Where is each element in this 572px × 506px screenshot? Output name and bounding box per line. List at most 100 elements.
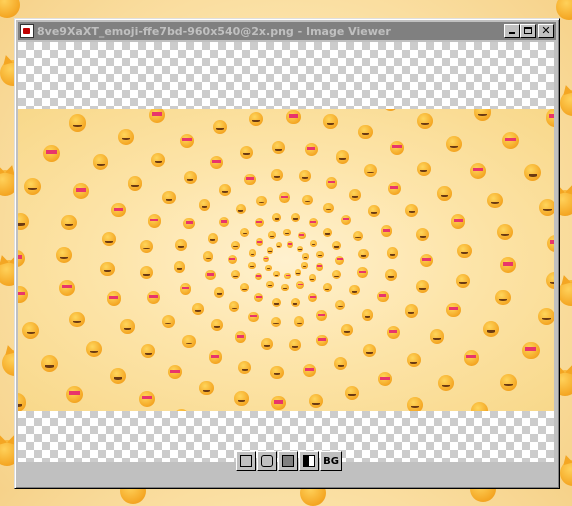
wallpaper-cat-emoji [0, 0, 20, 18]
cat-emoji [147, 214, 161, 228]
cat-emoji [323, 202, 334, 213]
cat-emoji [68, 114, 87, 132]
cat-emoji [219, 183, 231, 196]
cat-emoji [149, 109, 166, 124]
cat-emoji [161, 314, 175, 328]
background-color-button[interactable]: BG [320, 451, 342, 471]
cat-emoji [18, 393, 27, 411]
cat-emoji [451, 214, 466, 229]
cat-emoji [455, 273, 471, 289]
cat-emoji [100, 261, 115, 277]
cat-emoji [261, 338, 273, 350]
cat-emoji [240, 283, 250, 293]
cat-emoji [335, 255, 345, 265]
cat-emoji [499, 373, 517, 391]
cat-emoji [234, 391, 249, 406]
cat-emoji [405, 203, 419, 217]
title-bar[interactable]: 8ve9XaXT_emoji-ffe7bd-960x540@2x.png - I… [18, 22, 556, 40]
cat-emoji [288, 339, 301, 352]
cat-emoji [174, 238, 187, 251]
cat-emoji [270, 365, 284, 379]
cat-emoji [234, 331, 247, 344]
cat-emoji [546, 271, 554, 289]
checkerboard-background-button[interactable] [299, 451, 319, 471]
cat-emoji [357, 267, 368, 278]
image-canvas[interactable] [18, 42, 554, 462]
cat-emoji [323, 114, 338, 129]
cat-emoji [150, 152, 166, 168]
cat-emoji [416, 228, 430, 242]
cat-emoji [18, 249, 25, 267]
cat-emoji [182, 334, 196, 348]
cat-emoji [349, 188, 361, 201]
cat-emoji [429, 329, 445, 344]
cat-emoji [273, 270, 280, 278]
cat-emoji [416, 161, 431, 176]
cat-emoji [367, 205, 380, 218]
cat-emoji [437, 186, 452, 201]
checker-bg-icon [303, 455, 315, 467]
cat-emoji [209, 155, 223, 169]
cat-emoji [230, 270, 240, 280]
cat-emoji [248, 261, 256, 270]
cat-emoji [308, 218, 318, 228]
cat-emoji [446, 302, 461, 318]
cat-emoji [239, 145, 253, 159]
cat-emoji [147, 291, 161, 305]
cat-emoji [500, 257, 516, 273]
cat-emoji [118, 128, 135, 145]
cat-emoji [416, 113, 433, 130]
cat-emoji [325, 176, 338, 189]
cat-emoji [546, 234, 554, 253]
cat-emoji [303, 364, 317, 378]
cat-emoji [309, 239, 318, 248]
cat-emoji [270, 316, 282, 328]
cat-emoji [539, 198, 554, 216]
cat-emoji [73, 183, 90, 200]
cat-emoji [183, 217, 196, 230]
cat-emoji [42, 144, 61, 162]
minimize-button[interactable] [504, 24, 520, 38]
cat-emoji [214, 287, 225, 298]
fit-to-window-button[interactable] [236, 451, 256, 471]
actual-size-icon [261, 455, 273, 467]
cat-emoji [183, 171, 197, 185]
close-button[interactable]: ✕ [538, 24, 554, 38]
cat-emoji [332, 240, 342, 250]
cat-emoji [218, 216, 230, 228]
cat-emoji [240, 227, 250, 237]
cat-emoji [386, 326, 400, 340]
cat-emoji [419, 254, 434, 268]
cat-emoji [389, 140, 405, 156]
cat-emoji [272, 141, 286, 155]
cat-emoji [377, 371, 393, 387]
dark-bg-icon [282, 455, 294, 467]
cat-emoji [463, 349, 480, 366]
cat-emoji [23, 177, 41, 195]
cat-emoji [208, 350, 222, 364]
image-viewer-app-icon[interactable] [20, 24, 34, 38]
fit-window-icon [240, 455, 252, 467]
maximize-button[interactable] [520, 24, 536, 38]
cat-emoji [92, 154, 109, 171]
actual-size-button[interactable] [257, 451, 277, 471]
wallpaper-cat-emoji [556, 0, 572, 20]
cat-emoji [106, 291, 121, 306]
cat-emoji [86, 341, 102, 358]
wallpaper-cat-emoji [560, 460, 572, 486]
cat-emoji [205, 269, 216, 281]
dark-background-button[interactable] [278, 451, 298, 471]
cat-emoji [363, 163, 378, 177]
cat-emoji [173, 261, 186, 273]
cat-emoji [127, 176, 143, 191]
cat-emoji [202, 251, 214, 262]
displayed-image[interactable] [18, 109, 554, 411]
cat-emoji [56, 247, 72, 263]
cat-emoji [290, 297, 300, 307]
cat-emoji [457, 243, 472, 259]
cat-emoji [296, 281, 304, 290]
cat-emoji [334, 356, 348, 370]
cat-emoji [322, 283, 332, 293]
close-icon: ✕ [541, 24, 551, 37]
cat-emoji [167, 364, 183, 380]
